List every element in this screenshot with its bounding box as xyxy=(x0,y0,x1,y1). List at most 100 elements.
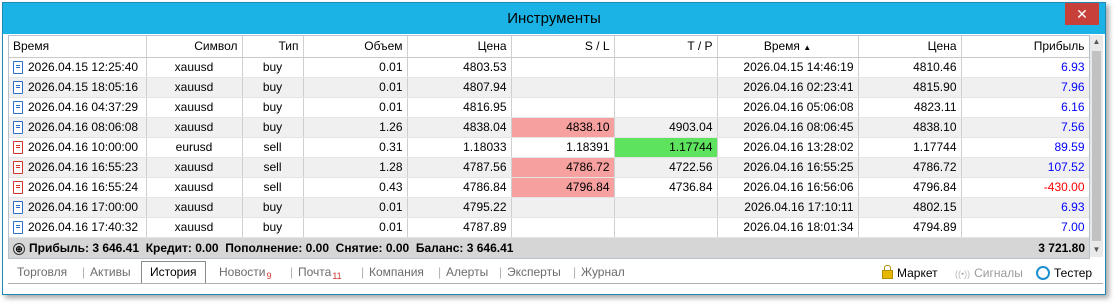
tab-divider xyxy=(8,283,1103,284)
cell-tp: 4903.04 xyxy=(614,117,718,138)
close-button[interactable]: ✕ xyxy=(1065,3,1099,25)
table-row[interactable]: 2026.04.16 04:37:29 xauusd buy 0.01 4816.95 2… xyxy=(9,97,1089,118)
tab-label: История xyxy=(150,265,197,279)
cell-tp: 4722.56 xyxy=(614,157,718,178)
tester-button[interactable]: Тестер xyxy=(1036,264,1092,282)
tab-8[interactable]: Журнал xyxy=(581,263,625,281)
cell-open-time: 2026.04.16 16:55:23 xyxy=(9,157,147,178)
cell-tp: 4736.84 xyxy=(614,177,718,198)
cell-open-time: 2026.04.16 04:37:29 xyxy=(9,97,147,118)
cell-price: 4795.22 xyxy=(407,197,512,218)
tab-3[interactable]: Новости9 xyxy=(219,263,271,281)
cell-close-price: 1.17744 xyxy=(858,137,962,158)
tab-1[interactable]: Активы xyxy=(90,263,131,281)
col-header-close-price[interactable]: Цена xyxy=(858,36,962,58)
cell-close-time: 2026.04.16 16:55:25 xyxy=(717,157,859,178)
lock-icon xyxy=(882,265,893,280)
sort-ascending-icon: ▲ xyxy=(803,43,812,53)
open-time-text: 2026.04.15 12:25:40 xyxy=(28,59,139,74)
cell-profit: 7.00 xyxy=(961,217,1089,238)
cell-price: 4838.04 xyxy=(407,117,512,138)
cell-tp xyxy=(614,77,718,98)
col-header-type[interactable]: Тип xyxy=(242,36,304,58)
table-row[interactable]: 2026.04.16 08:06:08 xauusd buy 1.26 4838.04 4… xyxy=(9,117,1089,138)
col-header-tp[interactable]: T / P xyxy=(614,36,718,58)
cell-type: sell xyxy=(242,137,304,158)
cell-price: 4807.94 xyxy=(407,77,512,98)
buy-deal-icon xyxy=(13,221,23,235)
cell-price: 4787.89 xyxy=(407,217,512,238)
cell-tp xyxy=(614,97,718,118)
cell-close-time: 2026.04.16 16:56:06 xyxy=(717,177,859,198)
cell-price: 4786.84 xyxy=(407,177,512,198)
cell-type: buy xyxy=(242,77,304,98)
scroll-up-icon[interactable]: ▲ xyxy=(1090,35,1103,49)
market-label: Маркет xyxy=(897,266,938,280)
cell-type: buy xyxy=(242,217,304,238)
table-row[interactable]: 2026.04.16 17:40:32 xauusd buy 0.01 4787.89 2… xyxy=(9,217,1089,238)
history-table-container: Время Символ Тип Объем Цена S / L T / P … xyxy=(8,35,1090,259)
open-time-text: 2026.04.16 08:06:08 xyxy=(28,119,139,134)
cell-volume: 1.26 xyxy=(303,117,408,138)
cell-close-time: 2026.04.16 13:28:02 xyxy=(717,137,859,158)
col-header-profit[interactable]: Прибыль xyxy=(961,36,1089,58)
tab-5[interactable]: Компания xyxy=(369,263,424,281)
tab-separator: | xyxy=(361,265,365,279)
tester-gear-icon xyxy=(1036,265,1050,280)
table-row[interactable]: 2026.04.16 16:55:23 xauusd sell 1.28 4787.56… xyxy=(9,157,1089,178)
table-row[interactable]: 2026.04.15 12:25:40 xauusd buy 0.01 4803.53 2… xyxy=(9,57,1089,78)
cell-tp: 1.17744 xyxy=(614,137,718,158)
summary-row: ⊕ Прибыль: 3 646.41 Кредит: 0.00 Пополнен… xyxy=(9,237,1089,258)
signals-button[interactable]: ((•)) Сигналы xyxy=(955,264,1023,282)
table-row[interactable]: 2026.04.16 16:55:24 xauusd sell 0.43 4786.84… xyxy=(9,177,1089,198)
history-table: Время Символ Тип Объем Цена S / L T / P … xyxy=(9,36,1089,258)
vertical-scrollbar[interactable]: ▲ ▼ xyxy=(1090,35,1103,257)
cell-sl xyxy=(511,197,615,218)
tab-separator: | xyxy=(499,265,503,279)
title-bar[interactable]: Инструменты ✕ xyxy=(3,3,1105,34)
col-header-open-time[interactable]: Время xyxy=(9,36,147,58)
tab-separator: | xyxy=(573,265,577,279)
col-header-symbol[interactable]: Символ xyxy=(146,36,243,58)
tab-2[interactable]: История xyxy=(141,261,206,283)
summary-text: Прибыль: 3 646.41 Кредит: 0.00 Пополнени… xyxy=(29,241,514,255)
tab-4[interactable]: Почта11 xyxy=(298,263,342,281)
tab-6[interactable]: Алерты xyxy=(446,263,488,281)
cell-volume: 0.01 xyxy=(303,77,408,98)
col-header-sl[interactable]: S / L xyxy=(511,36,615,58)
open-time-text: 2026.04.16 17:40:32 xyxy=(28,219,139,234)
col-header-volume[interactable]: Объем xyxy=(303,36,408,58)
buy-deal-icon xyxy=(13,81,23,95)
summary-spacer xyxy=(858,237,961,258)
cell-symbol: xauusd xyxy=(146,157,243,178)
table-row[interactable]: 2026.04.16 17:00:00 xauusd buy 0.01 4795.22 2… xyxy=(9,197,1089,218)
col-header-price[interactable]: Цена xyxy=(407,36,512,58)
table-row[interactable]: 2026.04.15 18:05:16 xauusd buy 0.01 4807.94 2… xyxy=(9,77,1089,98)
expand-plus-icon[interactable]: ⊕ xyxy=(13,242,25,255)
cell-close-price: 4794.89 xyxy=(858,217,962,238)
cell-profit: 107.52 xyxy=(961,157,1089,178)
cell-profit: -430.00 xyxy=(961,177,1089,198)
buy-deal-icon xyxy=(13,121,23,135)
cell-volume: 0.01 xyxy=(303,217,408,238)
tab-0[interactable]: Торговля xyxy=(17,263,67,281)
cell-profit: 6.16 xyxy=(961,97,1089,118)
sell-deal-icon xyxy=(13,141,23,155)
cell-volume: 0.31 xyxy=(303,137,408,158)
cell-symbol: xauusd xyxy=(146,57,243,78)
scroll-down-icon[interactable]: ▼ xyxy=(1090,243,1103,257)
open-time-text: 2026.04.16 17:00:00 xyxy=(28,199,139,214)
summary-total: 3 721.80 xyxy=(961,237,1089,258)
tab-7[interactable]: Эксперты xyxy=(507,263,561,281)
market-button[interactable]: Маркет xyxy=(882,264,938,282)
cell-profit: 89.59 xyxy=(961,137,1089,158)
cell-profit: 6.93 xyxy=(961,197,1089,218)
table-row[interactable]: 2026.04.16 10:00:00 eurusd sell 0.31 1.18033… xyxy=(9,137,1089,158)
cell-close-price: 4786.72 xyxy=(858,157,962,178)
scroll-thumb[interactable] xyxy=(1092,51,1101,241)
cell-close-time: 2026.04.16 17:10:11 xyxy=(717,197,859,218)
col-header-close-time[interactable]: Время ▲ xyxy=(717,36,859,58)
tab-separator: | xyxy=(82,265,86,279)
cell-type: sell xyxy=(242,157,304,178)
cell-open-time: 2026.04.16 17:00:00 xyxy=(9,197,147,218)
